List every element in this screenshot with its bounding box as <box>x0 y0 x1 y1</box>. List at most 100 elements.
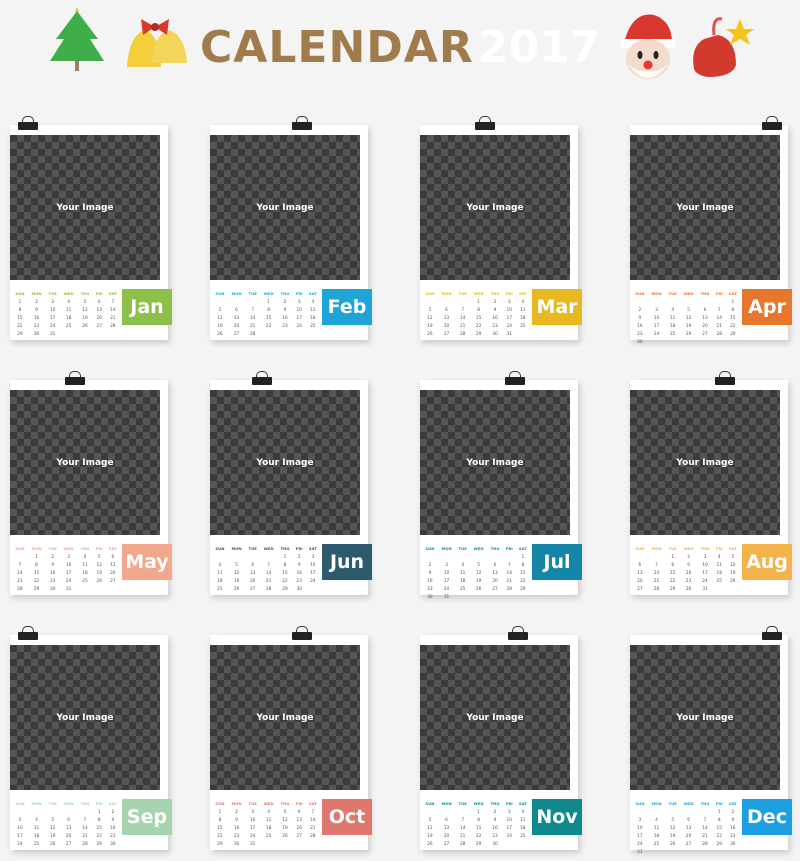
day-cell: 6 <box>445 817 448 823</box>
day-cell: 26 <box>217 331 223 337</box>
weekday-header: FRI <box>95 545 103 551</box>
day-cell <box>648 553 666 561</box>
day-cell: 3 <box>251 809 255 815</box>
month-label: Feb <box>322 289 372 325</box>
day-cell: 22 <box>96 833 102 839</box>
day-cell: 27 <box>637 586 643 592</box>
day-cell: 18 <box>459 578 466 584</box>
day-cell: 26 <box>427 331 433 337</box>
day-cell: 30 <box>685 586 692 592</box>
weekday-header: WED <box>683 545 694 551</box>
day-cell: 16 <box>492 825 498 831</box>
image-placeholder[interactable]: Your Image <box>10 645 160 790</box>
image-placeholder[interactable]: Your Image <box>210 390 360 535</box>
month-label: Jun <box>322 544 372 580</box>
day-cell: 17 <box>65 570 72 576</box>
binder-clip-icon <box>292 626 312 640</box>
day-cell: 18 <box>669 323 676 329</box>
weekday-header: THU <box>280 290 290 296</box>
image-placeholder[interactable]: Your Image <box>10 135 160 280</box>
image-placeholder[interactable]: Your Image <box>630 135 780 280</box>
month-label: Mar <box>532 289 582 325</box>
weekday-header: TUE <box>248 800 257 806</box>
day-cell: 25 <box>82 578 88 584</box>
month-card-jun: Your Image SUN MON TUE WED THU FRI SAT 1 2 3 4 5 6 7 8 9… <box>210 371 372 595</box>
day-cell: 22 <box>282 578 288 584</box>
day-cell <box>665 298 680 306</box>
week-row: 6 7 8 9 10 11 12 <box>632 561 740 569</box>
day-cell: 4 <box>67 299 70 305</box>
day-cell <box>665 808 680 816</box>
day-cell: 31 <box>637 849 643 855</box>
week-row: 20 21 22 23 24 25 26 <box>632 577 740 585</box>
day-cell: 1 <box>18 299 22 305</box>
day-cell: 16 <box>110 825 116 831</box>
image-placeholder[interactable]: Your Image <box>420 645 570 790</box>
weekday-header: SAT <box>518 800 527 806</box>
day-cell: 12 <box>217 315 223 321</box>
year-title: 2017 <box>478 22 601 73</box>
day-cell: 2 <box>111 809 115 815</box>
weekday-header: THU <box>490 290 500 296</box>
day-cell <box>713 585 726 593</box>
day-cell: 9 <box>731 817 735 823</box>
image-placeholder[interactable]: Your Image <box>210 645 360 790</box>
weekday-header: TUE <box>48 545 57 551</box>
day-cell: 14 <box>506 570 512 576</box>
day-cell: 24 <box>702 578 708 584</box>
binder-clip-icon <box>292 116 312 130</box>
day-cell: 12 <box>49 825 56 831</box>
day-cell: 4 <box>35 817 38 823</box>
day-cell: 10 <box>296 307 302 313</box>
week-row: 31 <box>632 848 740 856</box>
day-cell <box>516 840 530 848</box>
month-label: Sep <box>122 799 172 835</box>
day-cell: 24 <box>65 578 72 584</box>
day-cell: 20 <box>233 323 240 329</box>
day-cell: 15 <box>217 825 223 831</box>
image-placeholder[interactable]: Your Image <box>10 390 160 535</box>
month-days-table: SUN MON TUE WED THU FRI SAT 1 2 3 4 5 6 7 8 9 10 11 12 13 14… <box>422 543 530 601</box>
day-cell <box>632 808 648 816</box>
day-cell: 23 <box>110 833 116 839</box>
image-placeholder[interactable]: Your Image <box>420 135 570 280</box>
day-cell <box>455 298 470 306</box>
day-cell <box>306 330 320 338</box>
month-card-may: Your Image SUN MON TUE WED THU FRI SAT 1 2 3 4 5 6 7 8 9… <box>10 371 172 595</box>
day-cell: 6 <box>297 809 301 815</box>
day-cell: 28 <box>17 586 23 592</box>
day-cell: 8 <box>717 817 721 823</box>
day-cell: 26 <box>427 841 433 847</box>
day-cell: 10 <box>702 562 708 568</box>
day-cell <box>516 330 530 338</box>
weekday-header: WED <box>473 800 484 806</box>
binder-clip-icon <box>252 371 272 385</box>
day-cell: 29 <box>730 331 736 337</box>
image-placeholder[interactable]: Your Image <box>630 390 780 535</box>
day-cell: 21 <box>310 825 316 831</box>
day-cell: 7 <box>83 817 87 823</box>
day-cell: 13 <box>249 570 256 576</box>
day-cell: 13 <box>637 570 643 576</box>
day-cell: 7 <box>461 307 465 313</box>
week-row: 11 12 13 14 15 16 17 <box>212 569 320 577</box>
day-cell <box>503 593 516 601</box>
day-cell: 1 <box>731 299 735 305</box>
image-placeholder[interactable]: Your Image <box>420 390 570 535</box>
image-placeholder[interactable]: Your Image <box>630 645 780 790</box>
binder-clip-icon <box>475 116 495 130</box>
weekday-header: THU <box>80 545 90 551</box>
week-row: 22 23 24 25 26 27 28 <box>212 832 320 840</box>
week-row: 2 3 4 5 6 7 8 <box>632 306 740 314</box>
day-cell <box>293 330 306 338</box>
day-cell: 24 <box>49 323 56 329</box>
day-cell: 29 <box>217 841 223 847</box>
binder-clip-icon <box>762 626 782 640</box>
week-row: 24 25 26 27 28 29 30 <box>632 840 740 848</box>
day-cell: 18 <box>520 825 526 831</box>
day-cell: 12 <box>427 825 433 831</box>
day-cell: 16 <box>296 570 302 576</box>
day-cell: 29 <box>475 841 482 847</box>
image-placeholder[interactable]: Your Image <box>210 135 360 280</box>
day-cell: 31 <box>506 331 512 337</box>
